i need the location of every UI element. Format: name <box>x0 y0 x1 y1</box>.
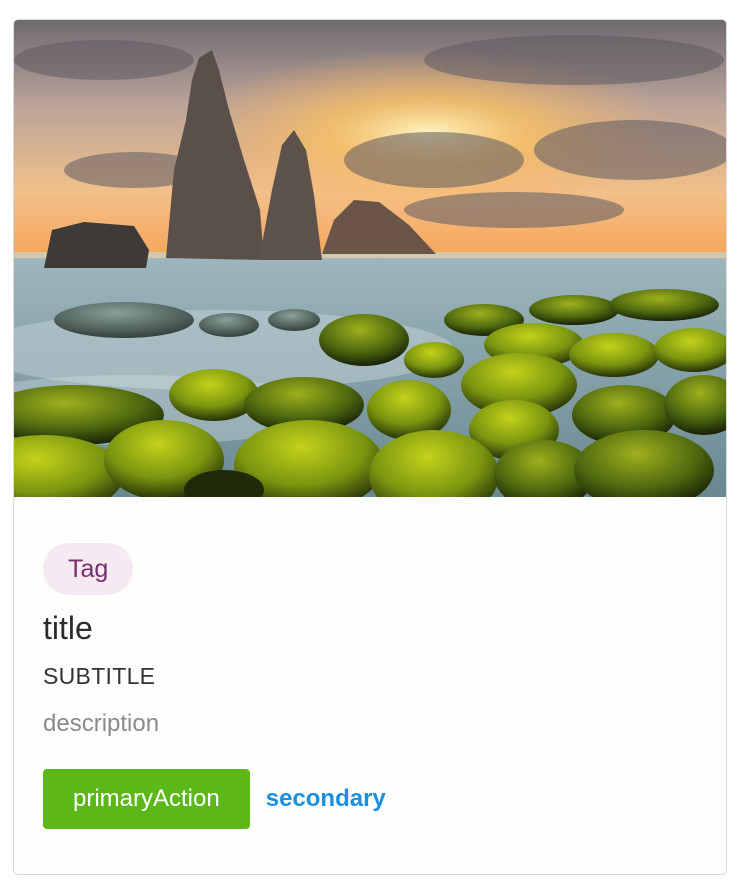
primary-action-button[interactable]: primaryAction <box>43 769 250 829</box>
card-subtitle: SUBTITLE <box>43 663 156 689</box>
card-title: title <box>43 610 93 646</box>
card: Tag title SUBTITLE description primaryAc… <box>13 19 727 875</box>
secondary-action-button[interactable]: secondary <box>266 785 386 813</box>
card-description: description <box>43 710 160 737</box>
card-actions: primaryAction secondary <box>43 769 697 829</box>
tag-chip: Tag <box>43 543 134 595</box>
card-image <box>14 20 726 497</box>
card-body: Tag title SUBTITLE description primaryAc… <box>43 543 697 829</box>
